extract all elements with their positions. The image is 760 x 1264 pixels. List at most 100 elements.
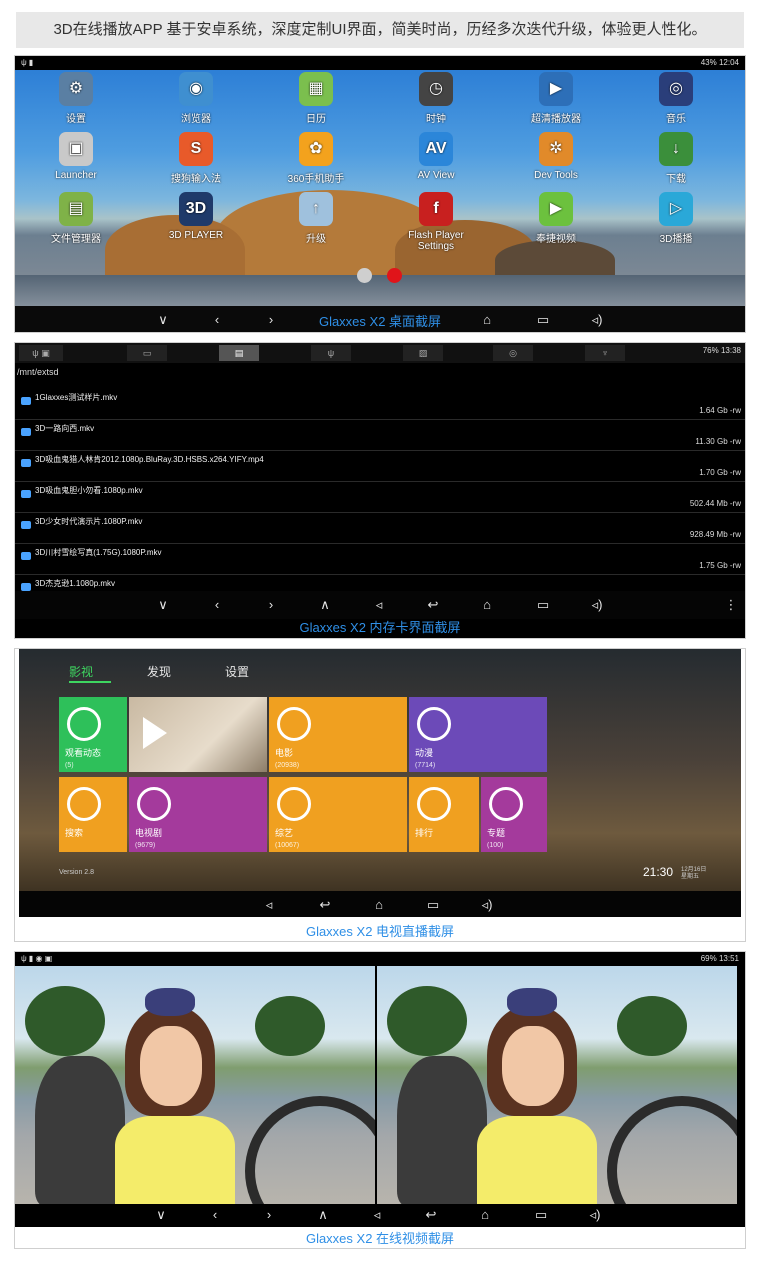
video-frame-right — [377, 966, 737, 1208]
3d-player-icon: 3D — [179, 192, 213, 226]
video-app-icon: ▶ — [539, 192, 573, 226]
tab-device-icon[interactable]: ▭ — [127, 345, 167, 361]
video-file-icon — [21, 397, 31, 405]
volume-down-icon[interactable]: ◃ — [367, 1204, 387, 1226]
tab-sdcard-icon[interactable]: ▤ — [219, 345, 259, 361]
file-row[interactable]: 3D川村雪绘写真(1.75G).1080P.mkv 1.75 Gb -rw — [15, 544, 745, 575]
app-clock[interactable]: ◷ 时钟 — [391, 72, 481, 125]
tab-discover[interactable]: 发现 — [147, 663, 171, 680]
app-calendar[interactable]: ▦ 日历 — [271, 72, 361, 125]
file-row[interactable]: 3D一路向西.mkv 11.30 Gb -rw — [15, 420, 745, 451]
file-perm: -rw — [729, 530, 741, 539]
tab-movies[interactable]: 影视 — [69, 663, 93, 680]
left-arrow-icon[interactable]: ‹ — [205, 1204, 225, 1226]
tile-mushroom[interactable]: 动漫 (7714) — [409, 697, 547, 772]
recent-apps-icon[interactable]: ▭ — [533, 591, 553, 619]
app-3d-bobo[interactable]: ▷ 3D播播 — [631, 192, 721, 245]
tab-usb-icon[interactable]: ψ — [311, 345, 351, 361]
tile-tv[interactable]: 观看动态 (5) — [59, 697, 127, 772]
hide-nav-icon[interactable]: ∨ — [151, 1204, 171, 1226]
app-360[interactable]: ✿ 360手机助手 — [271, 132, 361, 185]
tile-label: 电影 — [275, 748, 294, 758]
file-row[interactable]: 1Glaxxes测试样片.mkv 1.64 Gb -rw — [15, 389, 745, 420]
tile-count: (10067) — [275, 842, 300, 849]
tile-count: (7714) — [415, 762, 436, 769]
tv-screenshot: 影视 发现 设置 观看动态 (5) 电影 (20938) 动漫 (7714) 搜索 电视剧 (9… — [14, 648, 746, 942]
left-arrow-icon[interactable]: ‹ — [207, 591, 227, 619]
volume-down-icon[interactable]: ◃ — [369, 591, 389, 619]
app-globe[interactable]: ◉ 浏览器 — [151, 72, 241, 125]
flash-icon: f — [419, 192, 453, 226]
tile-television[interactable]: 电视剧 (9679) — [129, 777, 267, 852]
tab-image-icon[interactable]: ▨ — [403, 345, 443, 361]
tile-smile[interactable]: 综艺 (10067) — [269, 777, 407, 852]
back-icon[interactable]: ↩ — [421, 1204, 441, 1226]
trophy-icon — [417, 787, 451, 821]
tile-star[interactable]: 专题 (100) — [481, 777, 547, 852]
volume-up-icon[interactable]: ◃) — [585, 1204, 605, 1226]
volume-up-icon[interactable]: ◃) — [477, 891, 497, 919]
folder-icon: ▤ — [59, 192, 93, 226]
hide-nav-icon[interactable]: ∨ — [153, 591, 173, 619]
back-icon[interactable]: ↩ — [423, 591, 443, 619]
right-arrow-icon[interactable]: › — [261, 591, 281, 619]
app-3d-player[interactable]: 3D 3D PLAYER — [151, 192, 241, 241]
tab-settings[interactable]: 设置 — [225, 663, 249, 680]
file-row[interactable]: 3D吸血鬼猎人林肯2012.1080p.BluRay.3D.HSBS.x264.… — [15, 451, 745, 482]
globe-icon: ◉ — [179, 72, 213, 106]
recent-apps-icon[interactable]: ▭ — [423, 891, 443, 919]
tile-search[interactable]: 搜索 — [59, 777, 127, 852]
date-line: 12月16日 — [681, 867, 707, 873]
home-icon[interactable]: ⌂ — [475, 1204, 495, 1226]
film-icon — [277, 707, 311, 741]
app-label: 时钟 — [426, 114, 446, 125]
up-arrow-icon[interactable]: ∧ — [313, 1204, 333, 1226]
status-bar: ψ ▮ 43% 12:04 — [15, 56, 745, 70]
featured-image-tile[interactable] — [129, 697, 267, 772]
app-label: 浏览器 — [181, 114, 211, 125]
volume-up-icon[interactable]: ◃) — [587, 591, 607, 619]
tile-label: 动漫 — [415, 748, 434, 758]
app-dev-tools[interactable]: ✲ Dev Tools — [511, 132, 601, 181]
app-label: 下载 — [666, 174, 686, 185]
tile-trophy[interactable]: 排行 — [409, 777, 479, 852]
app-upgrade[interactable]: ↑ 升级 — [271, 192, 361, 245]
file-size: 1.75 Gb — [699, 561, 728, 570]
video-file-icon — [21, 521, 31, 529]
speaker-icon: ◎ — [659, 72, 693, 106]
tile-film[interactable]: 电影 (20938) — [269, 697, 407, 772]
app-clapper[interactable]: ▶ 超清播放器 — [511, 72, 601, 125]
app-label: 360手机助手 — [287, 174, 345, 185]
video-file-icon — [21, 490, 31, 498]
file-row[interactable]: 3D吸血鬼胆小勿看.1080p.mkv 502.44 Mb -rw — [15, 482, 745, 513]
recent-apps-icon[interactable]: ▭ — [531, 1204, 551, 1226]
volume-down-icon[interactable]: ◃ — [259, 891, 279, 919]
page-dot-active[interactable] — [387, 268, 402, 283]
app-flash[interactable]: f Flash Player Settings — [391, 192, 481, 252]
overflow-menu-icon[interactable]: ⋮ — [721, 591, 741, 619]
up-arrow-icon[interactable]: ∧ — [315, 591, 335, 619]
page-dot[interactable] — [357, 268, 372, 283]
right-arrow-icon[interactable]: › — [259, 1204, 279, 1226]
app-sogou[interactable]: S 搜狗输入法 — [151, 132, 241, 185]
app-download[interactable]: ↓ 下载 — [631, 132, 721, 185]
file-size: 1.70 Gb — [699, 468, 728, 477]
home-icon[interactable]: ⌂ — [477, 591, 497, 619]
back-icon[interactable]: ↩ — [315, 891, 335, 919]
3d-bobo-icon: ▷ — [659, 192, 693, 226]
file-row[interactable]: 3D少女时代演示片.1080P.mkv 928.49 Mb -rw — [15, 513, 745, 544]
desktop-screenshot: ψ ▮ 43% 12:04 ⚙ 设置 ◉ 浏览器 ▦ 日历 ◷ 时钟 ▶ 超清播放器 ◎ 音乐 ▣ Lau… — [14, 55, 746, 333]
usb-icon: ψ ▮ — [21, 58, 34, 67]
app-gear[interactable]: ⚙ 设置 — [31, 72, 121, 125]
file-name: 3D杰克逊1.1080p.mkv — [35, 579, 116, 588]
tab-tools-icon[interactable]: ♆ — [585, 345, 625, 361]
app-speaker[interactable]: ◎ 音乐 — [631, 72, 721, 125]
status-bar: ψ ▮ ◉ ▣ 69% 13:51 — [15, 952, 745, 966]
home-icon[interactable]: ⌂ — [369, 891, 389, 919]
app-video-app[interactable]: ▶ 奉捷视频 — [511, 192, 601, 245]
app-folder[interactable]: ▤ 文件管理器 — [31, 192, 121, 245]
file-meta: 502.44 Mb -rw — [690, 499, 741, 508]
tab-video-icon[interactable]: ◎ — [493, 345, 533, 361]
app-av-view[interactable]: AV AV View — [391, 132, 481, 181]
app-launcher[interactable]: ▣ Launcher — [31, 132, 121, 181]
